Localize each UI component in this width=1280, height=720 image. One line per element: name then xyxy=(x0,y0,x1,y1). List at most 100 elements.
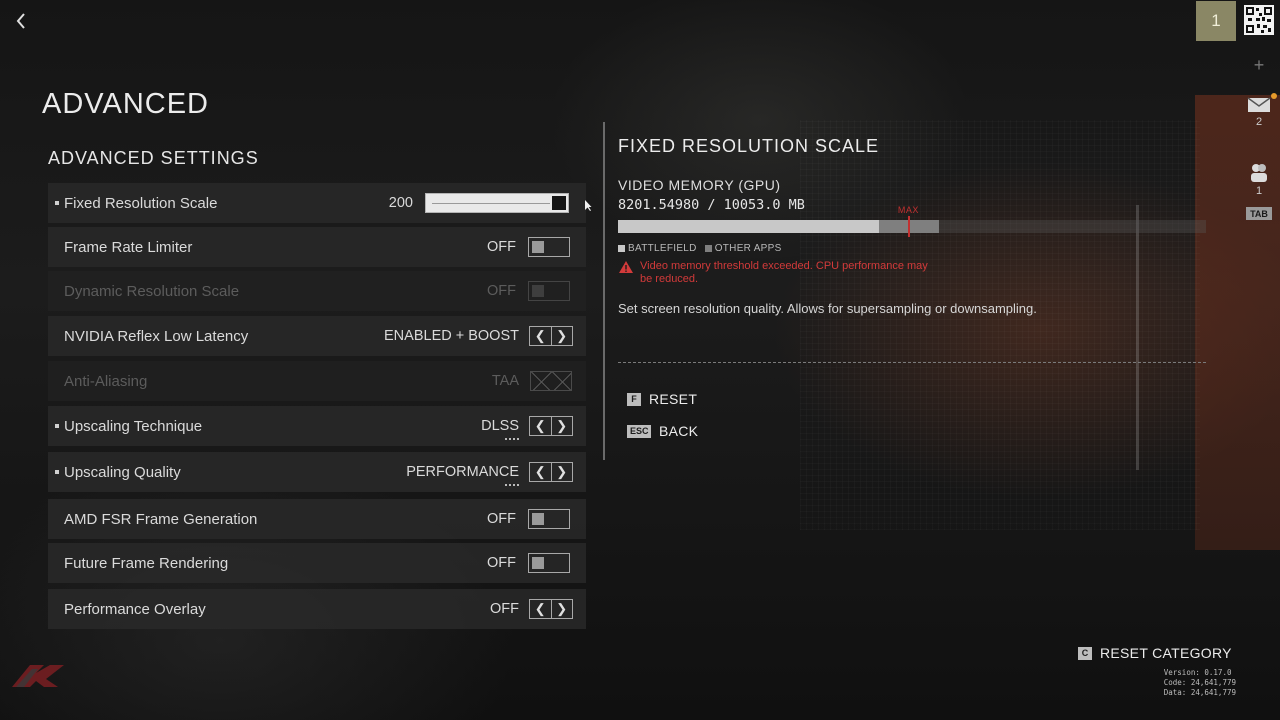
toggle-knob xyxy=(532,285,544,297)
setting-label: Frame Rate Limiter xyxy=(64,238,193,256)
setting-value: OFF xyxy=(487,283,516,299)
vram-max-marker xyxy=(907,216,910,237)
panel-divider xyxy=(603,122,605,460)
code-line: Code: 24,641,779 xyxy=(1163,678,1236,687)
reset-label: RESET xyxy=(649,391,698,407)
friends-count: 1 xyxy=(1255,185,1263,197)
setting-value: ENABLED + BOOST xyxy=(384,328,519,344)
dashed-separator xyxy=(618,362,1206,363)
player-badge[interactable]: 1 xyxy=(1196,1,1236,41)
setting-value: OFF xyxy=(487,239,516,255)
setting-label: Fixed Resolution Scale xyxy=(64,194,218,212)
mail-count: 2 xyxy=(1255,116,1263,128)
setting-row-nvidia-reflex[interactable]: NVIDIA Reflex Low Latency ENABLED + BOOS… xyxy=(48,316,586,356)
back-key-hint: ESC xyxy=(627,424,651,438)
setting-label: Upscaling Technique xyxy=(64,417,203,435)
background-grid xyxy=(800,120,1200,530)
reset-button[interactable]: F RESET xyxy=(627,391,697,407)
locked-stepper xyxy=(530,371,572,391)
setting-label: Performance Overlay xyxy=(64,600,206,618)
amd-fsr-toggle[interactable] xyxy=(528,509,570,529)
notification-dot xyxy=(1271,93,1277,99)
chevron-left-icon[interactable]: ❮ xyxy=(530,327,552,345)
setting-description: Set screen resolution quality. Allows fo… xyxy=(618,301,1037,316)
setting-row-performance-overlay[interactable]: Performance Overlay OFF ❮ ❯ xyxy=(48,589,586,629)
section-title: ADVANCED SETTINGS xyxy=(48,148,259,168)
setting-label: NVIDIA Reflex Low Latency xyxy=(64,327,249,345)
detail-title: FIXED RESOLUTION SCALE xyxy=(618,136,880,156)
chevron-left-icon[interactable]: ❮ xyxy=(530,417,552,435)
legend-swatch xyxy=(704,245,712,252)
resolution-scale-slider[interactable] xyxy=(425,193,569,213)
modified-marker xyxy=(55,470,59,474)
setting-value: PERFORMANCE xyxy=(406,464,519,480)
setting-row-fixed-resolution-scale[interactable]: Fixed Resolution Scale 200 xyxy=(48,183,586,223)
legend-swatch xyxy=(618,245,625,252)
modified-marker xyxy=(55,424,59,428)
warning-triangle-icon xyxy=(619,261,633,273)
toggle-knob xyxy=(532,241,544,253)
setting-value: DLSS xyxy=(481,418,519,434)
option-dots xyxy=(505,484,519,487)
chevron-left-icon[interactable]: ❮ xyxy=(530,463,552,481)
setting-label: Upscaling Quality xyxy=(64,463,181,481)
setting-label: Dynamic Resolution Scale xyxy=(64,282,240,300)
vram-legend: BATTLEFIELD OTHER APPS xyxy=(618,243,782,254)
chevron-left-icon[interactable]: ❮ xyxy=(530,600,552,618)
frame-rate-limiter-toggle[interactable] xyxy=(528,237,570,257)
setting-row-upscaling-technique[interactable]: Upscaling Technique DLSS ❮ ❯ xyxy=(48,406,586,446)
chevron-right-icon[interactable]: ❯ xyxy=(552,417,573,435)
mail-icon[interactable] xyxy=(1246,95,1272,115)
dynamic-resolution-toggle xyxy=(528,281,570,301)
tab-key-hint[interactable]: TAB xyxy=(1246,207,1272,220)
value-stepper[interactable]: ❮ ❯ xyxy=(529,462,573,482)
legend-label: OTHER APPS xyxy=(714,243,782,254)
version-info: Version: 0.17.0 Code: 24,641,779 Data: 2… xyxy=(1164,668,1236,698)
value-stepper[interactable]: ❮ ❯ xyxy=(529,416,573,436)
future-frame-rendering-toggle[interactable] xyxy=(528,553,570,573)
vram-warning: Video memory threshold exceeded. CPU per… xyxy=(618,260,940,286)
qr-code-icon[interactable] xyxy=(1244,5,1274,35)
setting-row-amd-fsr-frame-generation[interactable]: AMD FSR Frame Generation OFF xyxy=(48,499,586,539)
page-title: ADVANCED xyxy=(42,88,209,120)
value-stepper[interactable]: ❮ ❯ xyxy=(529,326,573,346)
back-label: BACK xyxy=(659,423,699,439)
reset-category-label: RESET CATEGORY xyxy=(1100,645,1232,661)
vram-max-label: MAX xyxy=(897,205,919,215)
setting-row-future-frame-rendering[interactable]: Future Frame Rendering OFF xyxy=(48,543,586,583)
setting-row-upscaling-quality[interactable]: Upscaling Quality PERFORMANCE ❮ ❯ xyxy=(48,452,586,492)
data-line: Data: 24,641,779 xyxy=(1163,688,1236,697)
legend-label: BATTLEFIELD xyxy=(628,243,697,254)
reset-key-hint: F xyxy=(627,392,641,406)
setting-value: OFF xyxy=(487,555,516,571)
version-line: Version: 0.17.0 xyxy=(1163,668,1232,677)
setting-label: Future Frame Rendering xyxy=(64,554,229,572)
mouse-cursor-icon xyxy=(585,200,592,211)
chevron-right-icon[interactable]: ❯ xyxy=(552,600,573,618)
vram-title: VIDEO MEMORY (GPU) xyxy=(618,177,781,193)
setting-label: AMD FSR Frame Generation xyxy=(64,510,258,528)
warning-text: Video memory threshold exceeded. CPU per… xyxy=(640,260,928,285)
slider-track xyxy=(432,203,550,204)
back-button[interactable]: ESC BACK xyxy=(627,423,698,439)
modified-marker xyxy=(55,201,59,205)
toggle-knob xyxy=(532,557,544,569)
setting-value: 200 xyxy=(388,195,413,211)
friends-icon[interactable] xyxy=(1248,162,1270,184)
background-beam xyxy=(1136,205,1139,470)
slider-thumb[interactable] xyxy=(552,196,566,210)
legend-battlefield: BATTLEFIELD xyxy=(618,243,697,254)
setting-value: OFF xyxy=(490,601,519,617)
setting-row-frame-rate-limiter[interactable]: Frame Rate Limiter OFF xyxy=(48,227,586,267)
setting-row-anti-aliasing: Anti-Aliasing TAA xyxy=(48,361,586,401)
back-icon[interactable] xyxy=(10,8,32,34)
chevron-right-icon[interactable]: ❯ xyxy=(552,463,573,481)
setting-label: Anti-Aliasing xyxy=(64,372,148,390)
value-stepper[interactable]: ❮ ❯ xyxy=(529,599,573,619)
vram-usage-bar: MAX xyxy=(618,205,1206,237)
plus-icon[interactable]: + xyxy=(1250,55,1268,76)
chevron-right-icon[interactable]: ❯ xyxy=(552,327,573,345)
reset-category-button[interactable]: C RESET CATEGORY xyxy=(1078,645,1232,661)
setting-row-dynamic-resolution-scale: Dynamic Resolution Scale OFF xyxy=(48,271,586,311)
toggle-knob xyxy=(532,513,544,525)
